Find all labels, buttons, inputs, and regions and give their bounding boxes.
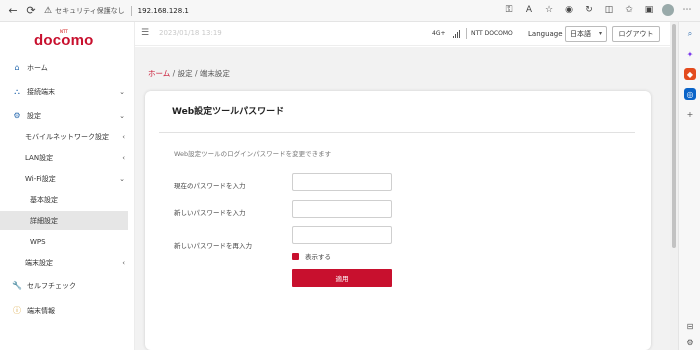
profile-avatar[interactable]	[662, 4, 674, 16]
sidebar-item-device-info[interactable]: ⓘ 端末情報	[0, 301, 135, 320]
sidebar-item-wifi-basic[interactable]: 基本設定	[0, 190, 135, 209]
apply-button[interactable]: 適用	[292, 269, 392, 287]
sidebar: NTT docomo ⌂ ホーム ⛬ 接続端末 ⌄ ⚙ 設定 ⌄ モバイルネット…	[0, 22, 135, 350]
more-icon[interactable]: ⋯	[680, 3, 694, 17]
read-aloud-icon[interactable]: A	[522, 3, 536, 17]
new-password-input[interactable]	[292, 200, 392, 218]
breadcrumb-settings: 設定	[177, 69, 193, 78]
breadcrumb-current: 端末設定	[199, 69, 230, 78]
show-password-checkbox[interactable]	[292, 252, 299, 260]
address-divider	[130, 5, 132, 16]
current-password-label: 現在のパスワードを入力	[174, 182, 246, 190]
network-icon: ⛬	[14, 86, 20, 96]
network-type: 4G+	[432, 30, 446, 37]
sidebar-item-label: 端末情報	[27, 306, 55, 315]
sidebar-item-wifi-advanced[interactable]: 詳細設定	[0, 211, 128, 230]
confirm-password-label: 新しいパスワードを再入力	[174, 242, 252, 250]
security-status: セキュリティ保護なし	[55, 6, 125, 15]
language-value: 日本語	[570, 30, 591, 38]
sidebar-item-label: 端末設定	[25, 258, 53, 267]
refresh-extension-icon[interactable]: ↻	[582, 3, 596, 17]
sidebar-item-label: 詳細設定	[30, 216, 58, 225]
confirm-password-input[interactable]	[292, 226, 392, 244]
copilot-icon[interactable]: ✦	[684, 48, 696, 60]
language-label: Language	[528, 30, 563, 38]
key-icon[interactable]: ⚿	[502, 3, 516, 17]
favorite-icon[interactable]: ☆	[542, 3, 556, 17]
sidebar-item-label: WPS	[30, 237, 46, 246]
reload-icon[interactable]: ⟳	[22, 2, 40, 20]
top-header: ☰ 2023/01/18 13:19 4G+ NTT DOCOMO Langua…	[135, 22, 678, 46]
sidebar-item-label: 設定	[27, 111, 41, 120]
breadcrumb-separator: /	[170, 69, 178, 78]
breadcrumb: ホーム / 設定 / 端末設定	[148, 68, 230, 79]
warning-icon: ⚠	[44, 5, 53, 16]
sidebar-item-label: ホーム	[27, 63, 48, 72]
sidebar-item-home[interactable]: ⌂ ホーム	[0, 58, 135, 77]
main-content: ホーム / 設定 / 端末設定 Web設定ツールパスワード Web設定ツールのロ…	[135, 47, 670, 350]
sidebar-item-settings[interactable]: ⚙ 設定 ⌄	[0, 106, 135, 125]
sidebar-item-wps[interactable]: WPS	[0, 232, 135, 251]
scrollbar-thumb[interactable]	[672, 24, 676, 248]
chevron-left-icon: ‹	[122, 153, 125, 162]
sidebar-item-self-check[interactable]: 🔧 セルフチェック	[0, 276, 135, 295]
address-bar[interactable]: ⚠ セキュリティ保護なし 192.168.128.1	[44, 3, 189, 19]
wrench-icon: 🔧	[12, 281, 22, 290]
favorites-bar-icon[interactable]: ✩	[622, 3, 636, 17]
settings-icon[interactable]: ⚙	[684, 336, 696, 348]
datetime: 2023/01/18 13:19	[159, 29, 222, 37]
extension-icon[interactable]: ◉	[562, 3, 576, 17]
browser-side-panel: ⌕ ✦ ◆ ◎ + ⊟ ⚙	[678, 22, 700, 350]
sidebar-item-device-settings[interactable]: 端末設定 ‹	[0, 253, 135, 272]
new-password-label: 新しいパスワードを入力	[174, 209, 246, 217]
home-icon: ⌂	[14, 63, 20, 72]
sidebar-item-label: Wi-Fi設定	[25, 174, 56, 183]
browser-toolbar: ← ⟳ ⚠ セキュリティ保護なし 192.168.128.1 ⚿ A ☆ ◉ ↻…	[0, 0, 700, 22]
breadcrumb-separator: /	[192, 69, 200, 78]
url-text: 192.168.128.1	[137, 6, 189, 15]
sidebar-item-label: 接続端末	[27, 87, 55, 96]
back-icon[interactable]: ←	[4, 2, 22, 20]
sidebar-item-label: セルフチェック	[27, 281, 76, 290]
card-title: Web設定ツールパスワード	[172, 107, 285, 117]
logo-text: docomo	[34, 32, 94, 49]
split-screen-icon[interactable]: ◫	[602, 3, 616, 17]
card-description: Web設定ツールのログインパスワードを変更できます	[174, 150, 332, 158]
sidebar-item-lan[interactable]: LAN設定 ‹	[0, 148, 135, 167]
breadcrumb-home[interactable]: ホーム	[148, 69, 170, 78]
chevron-down-icon: ⌄	[119, 111, 125, 120]
sidebar-item-label: LAN設定	[25, 153, 54, 162]
sidebar-item-mobile-network[interactable]: モバイルネットワーク設定 ‹	[0, 127, 135, 146]
show-password-toggle[interactable]: 表示する	[292, 251, 331, 261]
search-icon[interactable]: ⌕	[684, 28, 696, 40]
gear-icon: ⚙	[13, 111, 21, 120]
language-select[interactable]: 日本語 ▾	[565, 26, 607, 42]
chevron-left-icon: ‹	[122, 132, 125, 141]
sidebar-item-label: 基本設定	[30, 195, 58, 204]
current-password-input[interactable]	[292, 173, 392, 191]
chevron-left-icon: ‹	[122, 258, 125, 267]
page-scrollbar[interactable]	[670, 22, 678, 350]
info-icon: ⓘ	[13, 306, 21, 315]
chevron-down-icon: ⌄	[119, 174, 125, 183]
add-icon[interactable]: +	[684, 108, 696, 120]
password-card: Web設定ツールパスワード Web設定ツールのログインパスワードを変更できます …	[145, 91, 651, 350]
sidebar-item-label: モバイルネットワーク設定	[25, 132, 109, 141]
panel-toggle-icon[interactable]: ⊟	[684, 320, 696, 332]
sidebar-item-connected-devices[interactable]: ⛬ 接続端末 ⌄	[0, 82, 135, 101]
chevron-down-icon: ▾	[598, 30, 602, 37]
chevron-down-icon: ⌄	[119, 87, 125, 96]
carrier-name: NTT DOCOMO	[471, 30, 513, 37]
show-password-label: 表示する	[305, 253, 331, 261]
menu-icon[interactable]: ☰	[141, 28, 149, 38]
office-icon[interactable]: ◆	[684, 68, 696, 80]
card-divider	[159, 132, 635, 133]
sidebar-item-wifi[interactable]: Wi-Fi設定 ⌄	[0, 169, 135, 188]
browser-actions: ⚿ A ☆ ◉ ↻ ◫ ✩ ▣ ⋯	[502, 3, 694, 17]
outlook-icon[interactable]: ◎	[684, 88, 696, 100]
header-divider	[466, 28, 467, 39]
logout-button[interactable]: ログアウト	[612, 26, 660, 42]
signal-icon	[453, 30, 460, 38]
collections-icon[interactable]: ▣	[642, 3, 656, 17]
